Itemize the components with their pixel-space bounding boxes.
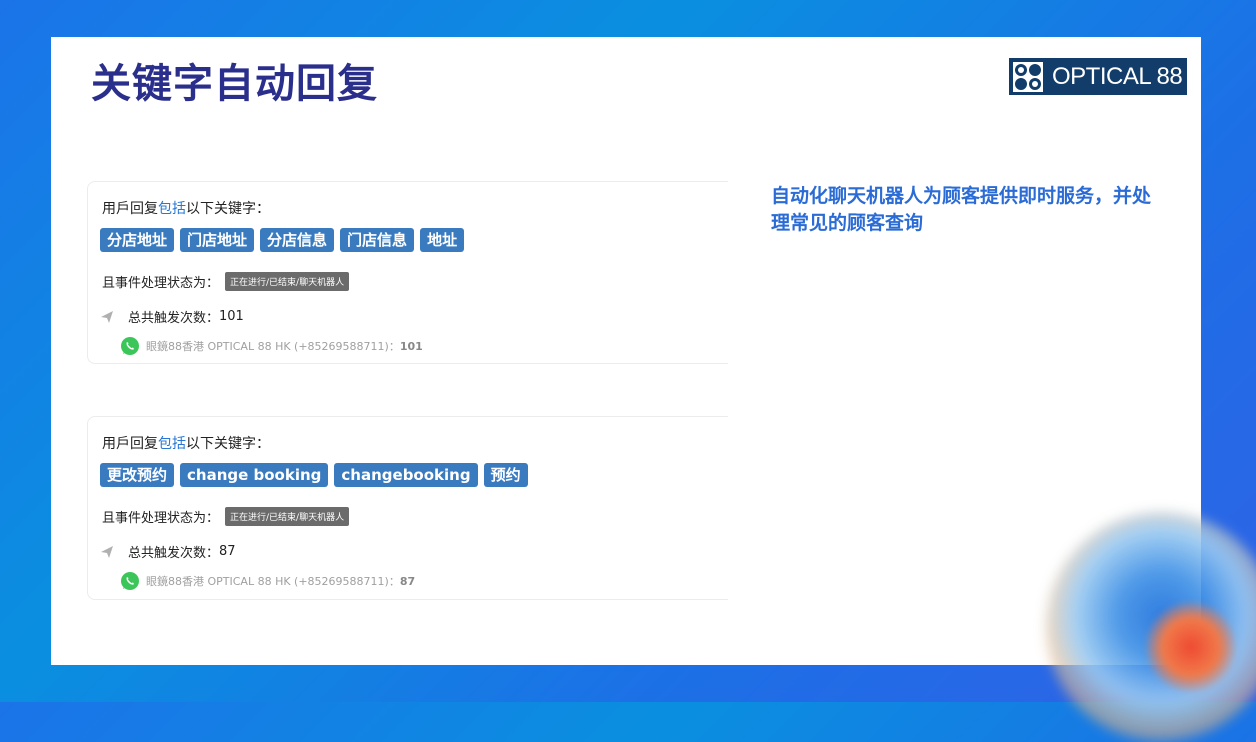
keyword-tag: 分店地址 bbox=[100, 228, 175, 252]
keyword-rule-card: 用戶回复包括以下关键字： 更改预约 change booking changeb… bbox=[87, 416, 728, 600]
whatsapp-channel: 眼鏡88香港 OPTICAL 88 HK (+85269588711)： 87 bbox=[120, 571, 415, 591]
whatsapp-account: 眼鏡88香港 OPTICAL 88 HK (+85269588711)： bbox=[146, 575, 400, 588]
send-icon bbox=[101, 310, 113, 323]
count-label: 总共触发次数： bbox=[128, 546, 220, 561]
optical88-logo: OPTICAL 88 bbox=[1009, 58, 1187, 95]
condition-suffix: 以下关键字： bbox=[186, 201, 270, 217]
description-text: 自动化聊天机器人为顾客提供即时服务，并处理常见的顾客查询 bbox=[771, 185, 1152, 234]
whatsapp-channel: 眼鏡88香港 OPTICAL 88 HK (+85269588711)： 101 bbox=[120, 336, 423, 356]
condition-match-type[interactable]: 包括 bbox=[158, 436, 186, 452]
status-badge: 正在进行/已结束/聊天机器人 bbox=[225, 507, 350, 526]
status-condition: 且事件处理状态为： 正在进行/已结束/聊天机器人 bbox=[102, 272, 350, 291]
condition-suffix: 以下关键字： bbox=[186, 436, 270, 452]
status-condition: 且事件处理状态为： 正在进行/已结束/聊天机器人 bbox=[102, 507, 350, 526]
status-label: 且事件处理状态为： bbox=[102, 276, 220, 291]
condition-prefix: 用戶回复 bbox=[102, 436, 158, 452]
keyword-tag: changebooking bbox=[334, 463, 478, 487]
whatsapp-count: 87 bbox=[399, 574, 416, 588]
keyword-tag: change booking bbox=[180, 463, 329, 487]
keyword-tags: 更改预约 change booking changebooking 预约 bbox=[100, 463, 528, 487]
keyword-tag: 地址 bbox=[420, 228, 465, 252]
keyword-tag: 门店信息 bbox=[340, 228, 415, 252]
page-title: 关键字自动回复 bbox=[91, 61, 378, 107]
whatsapp-icon bbox=[121, 337, 139, 355]
condition-match-type[interactable]: 包括 bbox=[158, 201, 186, 217]
logo-text: OPTICAL 88 bbox=[1052, 62, 1183, 90]
keyword-condition: 用戶回复包括以下关键字： bbox=[102, 198, 270, 218]
status-label: 且事件处理状态为： bbox=[102, 511, 220, 526]
status-badge: 正在进行/已结束/聊天机器人 bbox=[225, 272, 350, 291]
keyword-condition: 用戶回复包括以下关键字： bbox=[102, 433, 270, 453]
whatsapp-icon bbox=[121, 572, 139, 590]
slide: 关键字自动回复 OPTICAL 88 自动化聊天机器人为顾客提供即时服务，并处理… bbox=[51, 37, 1201, 665]
count-value: 87 bbox=[219, 544, 236, 559]
keyword-rule-card: 用戶回复包括以下关键字： 分店地址 门店地址 分店信息 门店信息 地址 且事件处… bbox=[87, 181, 728, 364]
keyword-tag: 更改预约 bbox=[100, 463, 175, 487]
decorative-orange-orb bbox=[1146, 602, 1236, 692]
keyword-tag: 分店信息 bbox=[260, 228, 335, 252]
count-label: 总共触发次数： bbox=[128, 311, 220, 326]
keyword-tag: 门店地址 bbox=[180, 228, 255, 252]
trigger-count: 总共触发次数： 101 bbox=[100, 307, 244, 326]
keyword-tag: 预约 bbox=[483, 463, 528, 487]
logo-circles-icon bbox=[1013, 61, 1043, 92]
send-icon bbox=[101, 545, 113, 558]
keyword-tags: 分店地址 门店地址 分店信息 门店信息 地址 bbox=[100, 228, 465, 252]
condition-prefix: 用戶回复 bbox=[102, 201, 158, 217]
trigger-count: 总共触发次数： 87 bbox=[100, 542, 236, 561]
count-value: 101 bbox=[219, 309, 244, 324]
whatsapp-account: 眼鏡88香港 OPTICAL 88 HK (+85269588711)： bbox=[146, 340, 400, 353]
whatsapp-count: 101 bbox=[399, 339, 423, 353]
